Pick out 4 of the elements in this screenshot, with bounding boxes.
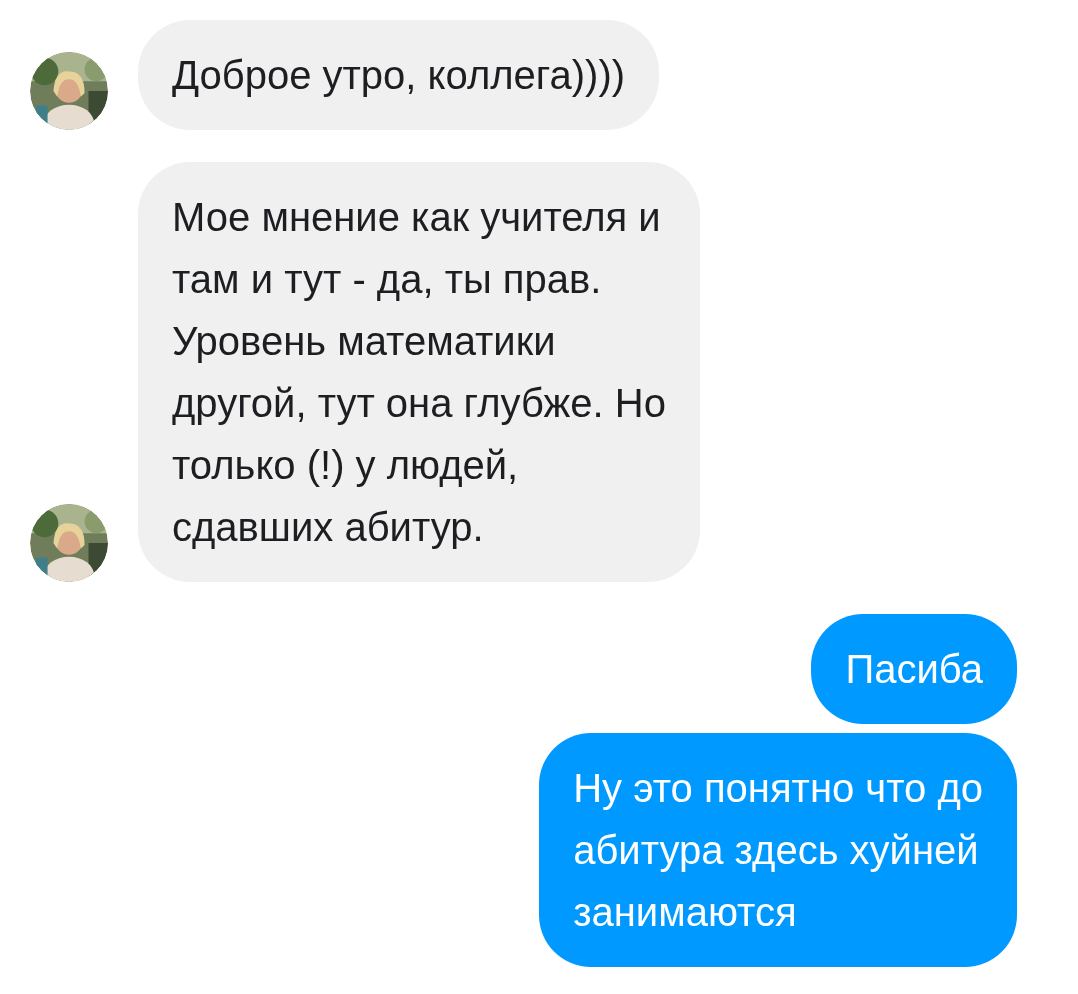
outgoing-message-bubble: Пасиба <box>811 614 1017 724</box>
incoming-message-bubble: Доброе утро, коллега)))) <box>138 20 660 130</box>
outgoing-message-bubble: Ну это понятно что до абитура здесь хуйней занимаются <box>539 733 1017 967</box>
incoming-message-bubble: Мое мнение как учителя и там и тут - да, ты прав. Уровень математики другой, тут она глубже. Но только (!) у людей, сдавших абитур. <box>138 162 700 582</box>
